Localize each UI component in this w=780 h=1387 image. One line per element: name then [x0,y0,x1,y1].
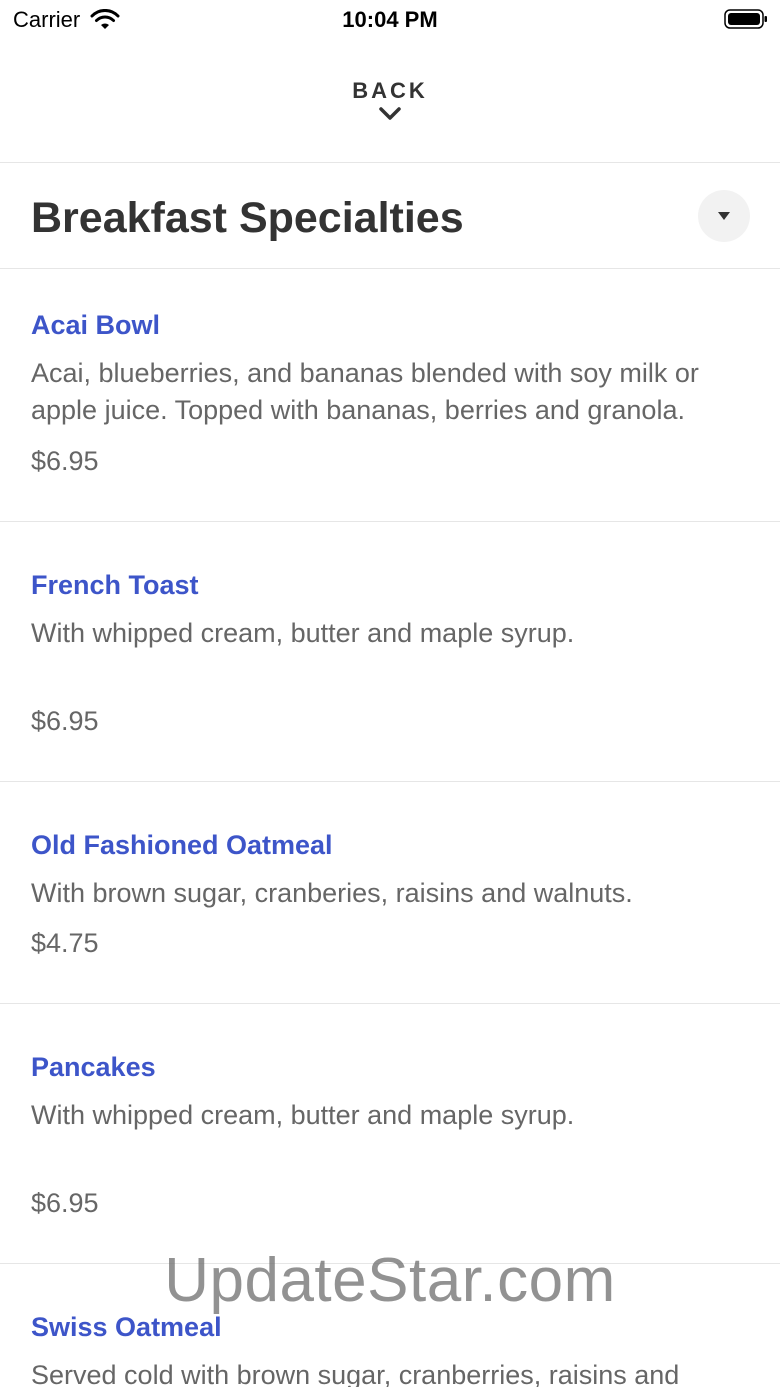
back-bar: BACK [0,60,780,163]
item-price: $4.75 [31,928,99,958]
menu-item-acai-bowl[interactable]: Acai Bowl Acai, blueberries, and bananas… [0,270,780,522]
item-name: French Toast [31,570,199,600]
section-title: Breakfast Specialties [31,194,464,242]
section-toggle-button[interactable] [698,190,750,242]
item-description: Served cold with brown sugar, cranberrie… [31,1360,680,1387]
back-button[interactable]: BACK [340,78,440,136]
item-price: $6.95 [31,1188,99,1218]
menu-item-french-toast[interactable]: French Toast With whipped cream, butter … [0,522,780,782]
battery-icon [724,9,767,29]
item-price: $6.95 [31,706,99,736]
section-header: Breakfast Specialties [0,164,780,269]
back-label: BACK [352,78,428,103]
caret-down-icon [718,212,730,220]
item-description: With whipped cream, butter and maple syr… [31,1100,575,1130]
status-time: 10:04 PM [342,7,438,32]
menu-item-pancakes[interactable]: Pancakes With whipped cream, butter and … [0,1004,780,1264]
item-name: Swiss Oatmeal [31,1312,222,1342]
menu-item-old-fashioned-oatmeal[interactable]: Old Fashioned Oatmeal With brown sugar, … [0,782,780,1004]
item-name: Old Fashioned Oatmeal [31,830,333,860]
watermark: UpdateStar.com [164,1246,616,1315]
item-description: With brown sugar, cranberies, raisins an… [31,878,633,908]
item-name: Acai Bowl [31,310,161,340]
item-price: $6.95 [31,446,99,476]
item-name: Pancakes [31,1052,156,1082]
chevron-down-icon [379,107,401,120]
status-bar: Carrier 10:04 PM [0,0,780,40]
item-description: With whipped cream, butter and maple syr… [31,618,575,648]
item-description: Acai, blueberries, and bananas blended w… [31,358,699,425]
